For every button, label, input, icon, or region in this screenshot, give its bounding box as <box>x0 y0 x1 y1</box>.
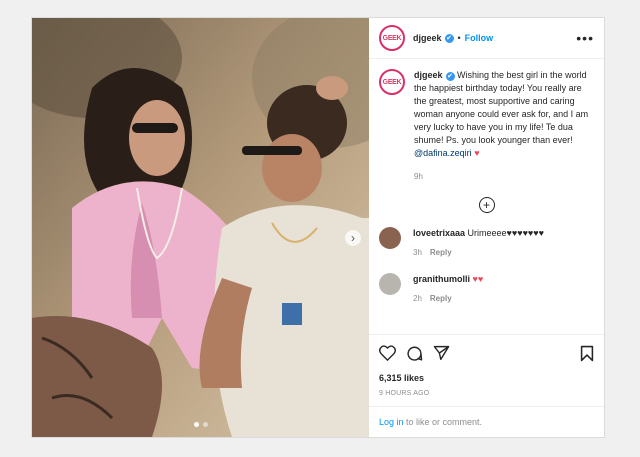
header-separator: • <box>457 33 461 43</box>
post-card: › GEEK djgeek ✔ • Follow ••• GEEK djgeek… <box>31 17 605 438</box>
comment-username[interactable]: granithumolli <box>413 274 470 284</box>
comments-section: GEEK djgeek ✔ Wishing the best girl in th… <box>369 59 604 334</box>
caption-text: Wishing the best girl in the world the h… <box>414 70 589 145</box>
comment-meta: 3h Reply <box>413 247 544 259</box>
post-image[interactable]: › <box>32 18 369 437</box>
posted-time[interactable]: 9 HOURS AGO <box>379 390 594 397</box>
login-prompt: Log in to like or comment. <box>369 406 604 437</box>
login-prompt-text: to like or comment. <box>403 417 483 427</box>
logo-text: GEEK <box>382 34 402 42</box>
plus-circle-icon[interactable]: + <box>478 197 495 213</box>
comment-body: granithumolli ♥♥ 2h Reply <box>413 273 483 305</box>
next-image-button[interactable]: › <box>345 230 361 246</box>
caption-mention-link[interactable]: @dafina.zeqiri <box>414 148 472 158</box>
comment-time[interactable]: 3h <box>413 248 422 257</box>
load-more-comments[interactable]: + <box>379 197 594 213</box>
caption: GEEK djgeek ✔ Wishing the best girl in th… <box>379 69 594 183</box>
bookmark-icon[interactable] <box>580 345 594 362</box>
commenter-avatar[interactable] <box>379 273 401 295</box>
caption-username[interactable]: djgeek <box>414 70 443 80</box>
avatar[interactable]: GEEK <box>379 25 405 51</box>
caption-time[interactable]: 9h <box>414 170 594 183</box>
caption-heart-emoji: ♥ <box>474 148 480 158</box>
verified-badge-icon: ✔ <box>444 33 454 43</box>
reply-button[interactable]: Reply <box>430 294 452 303</box>
carousel-dot <box>202 422 208 427</box>
header-username[interactable]: djgeek <box>413 33 442 43</box>
post-sidebar: GEEK djgeek ✔ • Follow ••• GEEK djgeek ✔ … <box>369 18 604 437</box>
commenter-avatar[interactable] <box>379 227 401 249</box>
comment-item: granithumolli ♥♥ 2h Reply <box>379 273 594 305</box>
more-options-icon[interactable]: ••• <box>576 31 594 45</box>
follow-button[interactable]: Follow <box>465 33 494 43</box>
share-icon[interactable] <box>433 345 450 361</box>
caption-logo-text: GEEK <box>382 78 402 86</box>
heart-icon[interactable] <box>379 345 396 361</box>
comment-body: loveetrixaaa Urimeeee♥♥♥♥♥♥♥ 3h Reply <box>413 227 544 259</box>
post-header: GEEK djgeek ✔ • Follow ••• <box>369 18 604 59</box>
reply-button[interactable]: Reply <box>430 248 452 257</box>
comment-item: loveetrixaaa Urimeeee♥♥♥♥♥♥♥ 3h Reply <box>379 227 594 259</box>
action-icons <box>379 343 594 363</box>
login-link[interactable]: Log in <box>379 417 404 427</box>
photo-illustration <box>32 18 369 437</box>
comment-meta: 2h Reply <box>413 293 483 305</box>
action-bar: 6,315 likes 9 HOURS AGO <box>369 334 604 406</box>
carousel-dots <box>32 422 369 427</box>
comment-time[interactable]: 2h <box>413 294 422 303</box>
comment-username[interactable]: loveetrixaaa <box>413 228 465 238</box>
comment-text: ♥♥ <box>470 274 484 284</box>
comment-text: Urimeeee♥♥♥♥♥♥♥ <box>465 228 544 238</box>
likes-count[interactable]: 6,315 likes <box>379 373 594 383</box>
chevron-right-icon: › <box>351 231 355 245</box>
caption-avatar[interactable]: GEEK <box>379 69 405 95</box>
comment-icon[interactable] <box>406 345 423 362</box>
caption-verified-icon: ✔ <box>445 72 455 81</box>
caption-body: djgeek ✔ Wishing the best girl in the wor… <box>414 69 594 183</box>
carousel-dot-active <box>193 422 199 427</box>
